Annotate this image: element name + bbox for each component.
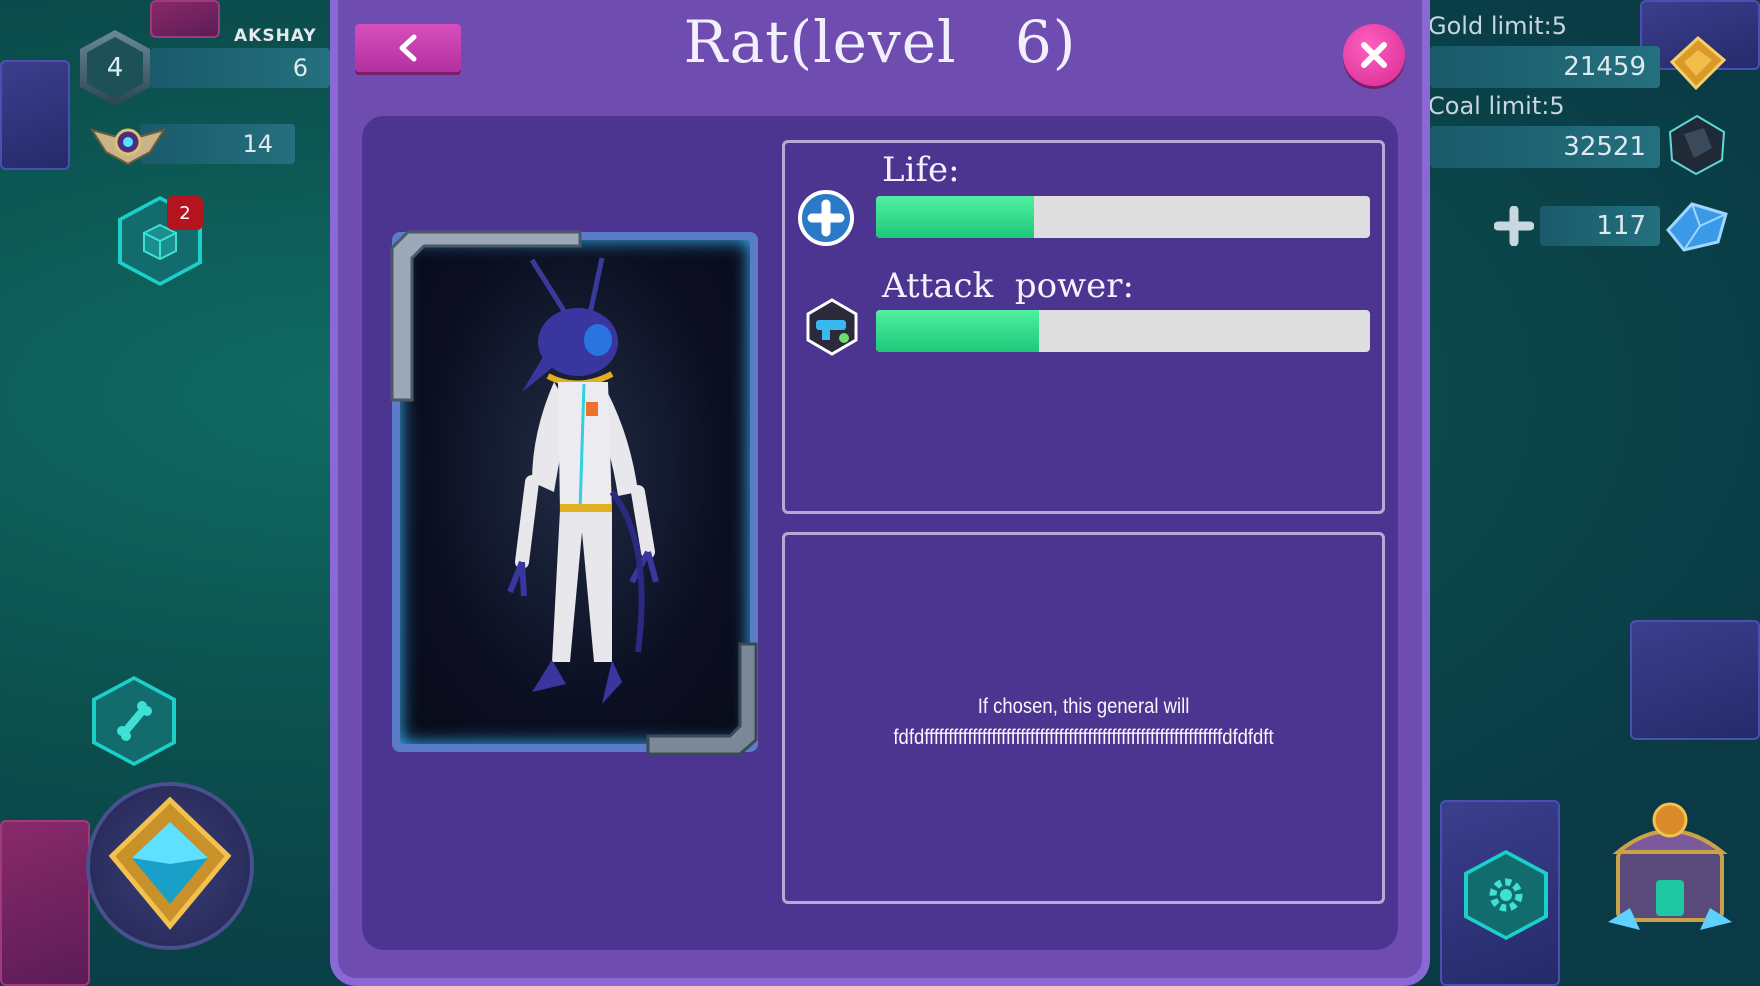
- gold-limit-label: Gold limit:5: [1428, 12, 1567, 40]
- coal-limit-label: Coal limit:5: [1428, 92, 1565, 120]
- life-bar: [876, 196, 1370, 238]
- description-line-1: If chosen, this general will: [977, 695, 1190, 718]
- life-bar-fill: [876, 196, 1035, 238]
- description-line-2: fdfdffffffffffffffffffffffffffffffffffff…: [893, 726, 1274, 749]
- close-button[interactable]: [1343, 24, 1405, 86]
- player-level-value: 4: [106, 53, 124, 83]
- rat-general-figure: [507, 257, 659, 704]
- player-xp-bar: 6: [150, 48, 330, 88]
- add-gems-button[interactable]: [1494, 206, 1534, 246]
- plus-icon: [798, 190, 854, 246]
- gold-bar: 21459: [1430, 46, 1660, 88]
- life-label: Life:: [882, 150, 960, 190]
- crystal-icon: [1666, 202, 1728, 252]
- coal-bar: 32521: [1430, 126, 1660, 168]
- blaster-icon: [806, 298, 858, 356]
- gear-icon: [1489, 878, 1523, 912]
- description-panel: If chosen, this general will fdfdfffffff…: [782, 532, 1385, 904]
- attack-power-label: Attack power:: [882, 266, 1134, 306]
- modal-title: Rat(level 6): [683, 8, 1077, 76]
- coal-icon[interactable]: [1664, 112, 1730, 178]
- chevron-left-icon: [399, 34, 417, 62]
- left-hud: 6 4 AKSHAY 14 2: [0, 0, 330, 986]
- rank-wings-icon[interactable]: [88, 112, 168, 172]
- coal-value: 32521: [1563, 132, 1646, 162]
- main-menu-emblem[interactable]: [90, 786, 250, 946]
- player-level-hex[interactable]: 4: [80, 30, 150, 106]
- close-icon: [1361, 42, 1387, 68]
- description-text: If chosen, this general will fdfdfffffff…: [821, 691, 1346, 753]
- player-name: AKSHAY: [234, 26, 317, 46]
- bone-button[interactable]: [92, 676, 176, 766]
- diamond-emblem-icon: [108, 796, 232, 930]
- back-button[interactable]: [355, 24, 461, 72]
- gold-ingot-icon[interactable]: [1664, 32, 1730, 94]
- gems-bar: 117: [1540, 206, 1660, 246]
- rank-value: 14: [242, 130, 273, 158]
- bone-icon: [117, 701, 152, 741]
- inventory-badge: 2: [167, 196, 203, 230]
- gems-value: 117: [1596, 211, 1646, 241]
- gold-value: 21459: [1563, 52, 1646, 82]
- board-tile: [1630, 620, 1760, 740]
- attack-power-bar-fill: [876, 310, 1040, 352]
- treasure-chest-icon[interactable]: [1600, 790, 1740, 940]
- player-xp-value: 6: [292, 54, 308, 82]
- attack-power-bar: [876, 310, 1370, 352]
- character-portrait: [390, 230, 758, 756]
